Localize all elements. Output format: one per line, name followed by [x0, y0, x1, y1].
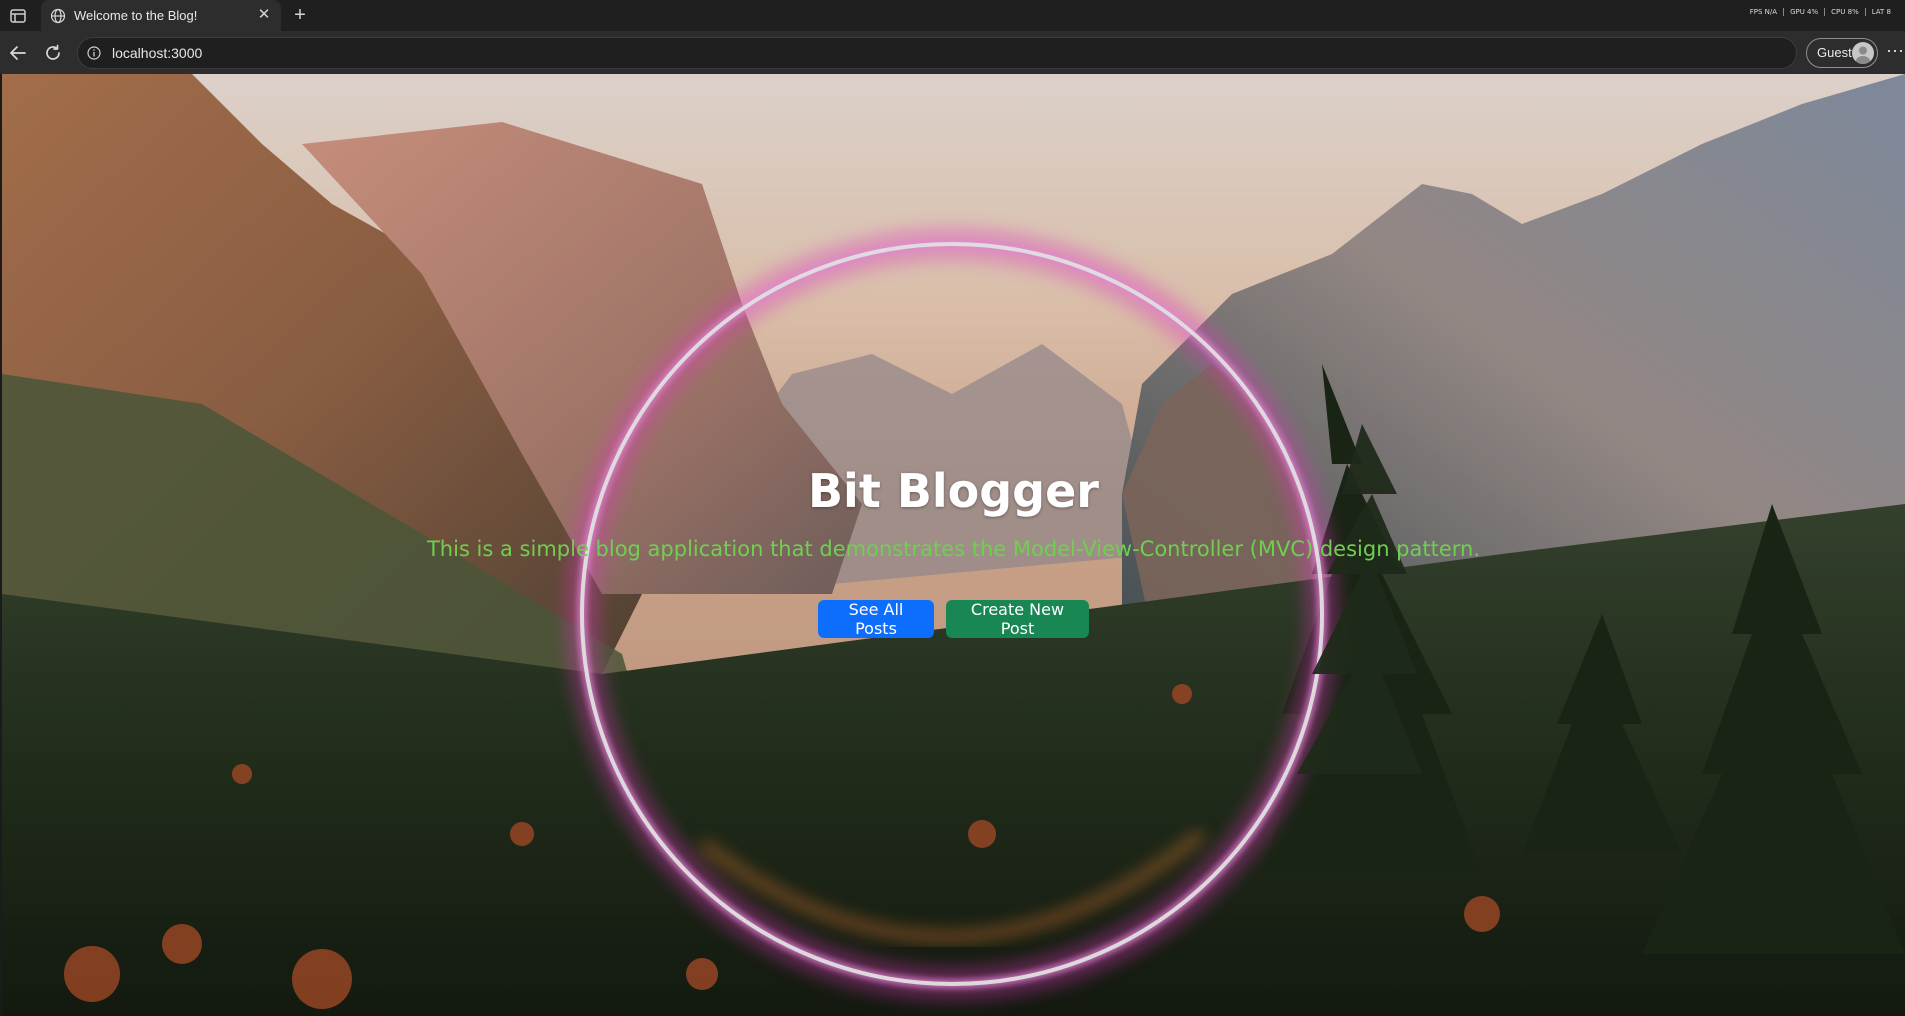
cpu-stat: CPU 8% — [1831, 8, 1866, 16]
hero-actions: See All Posts Create New Post — [2, 600, 1905, 638]
more-menu-icon[interactable]: ⋯ — [1886, 41, 1904, 63]
lat-stat: LAT 8 — [1871, 8, 1891, 16]
tab-title: Welcome to the Blog! — [74, 8, 198, 23]
active-tab[interactable]: Welcome to the Blog! ✕ — [41, 0, 281, 31]
url-text[interactable]: localhost:3000 — [112, 45, 202, 61]
tab-actions-icon[interactable] — [8, 6, 28, 26]
create-new-post-button[interactable]: Create New Post — [946, 600, 1089, 638]
browser-toolbar: localhost:3000 Guest ⋯ — [0, 31, 1905, 74]
hero-section: Bit Blogger This is a simple blog applic… — [2, 74, 1905, 1016]
address-bar[interactable]: localhost:3000 — [77, 37, 1797, 69]
avatar-icon — [1852, 42, 1874, 64]
back-arrow-icon[interactable] — [7, 42, 29, 64]
reload-icon[interactable] — [42, 42, 64, 64]
globe-icon — [50, 8, 66, 24]
system-stats: FPS N/A GPU 4% CPU 8% LAT 8 — [1750, 8, 1897, 16]
see-all-posts-button[interactable]: See All Posts — [818, 600, 934, 638]
tab-bar: Welcome to the Blog! ✕ + FPS N/A GPU 4% … — [0, 0, 1905, 31]
profile-label: Guest — [1817, 45, 1852, 60]
close-tab-icon[interactable]: ✕ — [255, 6, 273, 24]
page-subtitle: This is a simple blog application that d… — [426, 537, 1481, 561]
profile-button[interactable]: Guest — [1806, 38, 1878, 68]
page-viewport: Bit Blogger This is a simple blog applic… — [2, 74, 1905, 1016]
page-title: Bit Blogger — [807, 464, 1099, 518]
gpu-stat: GPU 4% — [1790, 8, 1826, 16]
site-info-icon[interactable] — [87, 46, 101, 60]
fps-stat: FPS N/A — [1750, 8, 1785, 16]
new-tab-icon[interactable]: + — [290, 5, 310, 26]
